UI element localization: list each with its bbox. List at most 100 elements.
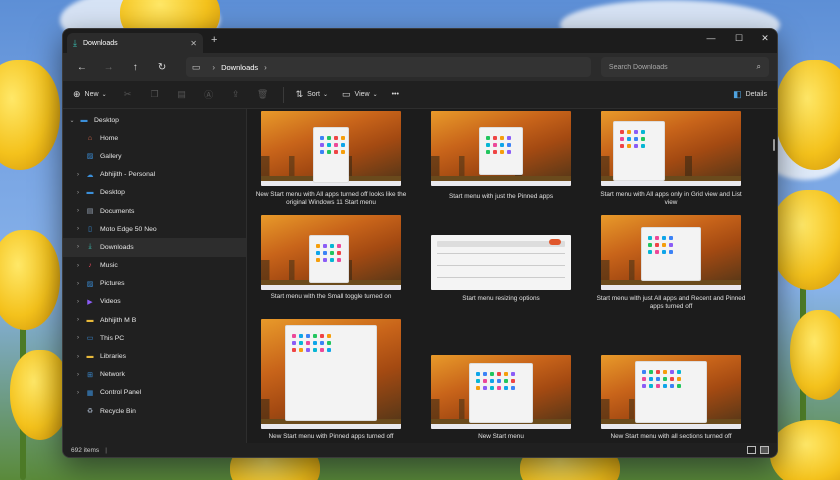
sort-label: Sort	[307, 91, 320, 98]
file-name: New Start menu with All apps turned off …	[255, 191, 407, 206]
sidebar-item-downloads[interactable]: › ⤓ Downloads	[63, 238, 246, 257]
sidebar-item-videos[interactable]: › ▶ Videos	[63, 293, 246, 311]
new-button[interactable]: ⊕ New ⌄	[73, 89, 107, 100]
gallery-icon: ▨	[86, 153, 94, 161]
sidebar-item-moto-edge-50-neo[interactable]: › ▯ Moto Edge 50 Neo	[63, 220, 246, 238]
chevron-right-icon[interactable]: ›	[71, 208, 85, 214]
vertical-scrollbar[interactable]	[773, 139, 775, 151]
sidebar-item-desktop[interactable]: › ▬ Desktop	[63, 184, 246, 202]
large-icons-view-icon[interactable]	[760, 446, 769, 454]
sidebar-item-label: Home	[100, 134, 119, 142]
file-name: New Start menu with Pinned apps turned o…	[268, 433, 394, 440]
tab-downloads[interactable]: ⤓ Downloads ✕	[67, 33, 203, 53]
rename-icon[interactable]: Ⓐ	[202, 88, 216, 101]
sidebar-item-label: Documents	[100, 207, 135, 215]
chevron-right-icon[interactable]: ›	[71, 390, 85, 396]
file-name: New Start menu	[478, 433, 524, 440]
cut-icon[interactable]: ✂	[121, 89, 135, 100]
file-thumbnail	[261, 111, 401, 186]
file-thumbnail	[601, 355, 741, 429]
refresh-button[interactable]: ↻	[151, 62, 173, 73]
sidebar-item-label: This PC	[100, 334, 125, 342]
tab-close-icon[interactable]: ✕	[190, 39, 197, 48]
sidebar-item-label: Recycle Bin	[100, 407, 136, 415]
file-name: Start menu resizing options	[462, 295, 540, 302]
new-tab-button[interactable]: +	[211, 34, 217, 46]
search-icon[interactable]: ⌕	[757, 62, 761, 72]
delete-icon[interactable]: 🗑	[256, 89, 270, 100]
file-thumbnail	[431, 355, 571, 429]
chevron-right-icon[interactable]: ›	[71, 244, 85, 250]
sidebar-item-desktop[interactable]: ⌄ ▬ Desktop	[63, 111, 246, 129]
sidebar-item-network[interactable]: › ⊞ Network	[63, 366, 246, 384]
item-count: 692 items	[71, 446, 100, 454]
sidebar-item-recycle-bin[interactable]: ♻ Recycle Bin	[63, 402, 246, 420]
back-button[interactable]: ←	[71, 62, 93, 73]
explorer-body: ⌄ ▬ Desktop ⌂ Home ▨ Gallery › ☁ Abhijith - Perso…	[63, 109, 777, 443]
share-icon[interactable]: ⇪	[229, 89, 243, 100]
videos-icon: ▶	[87, 298, 93, 306]
sidebar-item-label: Network	[100, 371, 125, 379]
chevron-right-icon[interactable]: ›	[71, 190, 85, 196]
sidebar-item-abhijith-m-b[interactable]: › ▬ Abhijith M B	[63, 311, 246, 329]
sort-button[interactable]: ⇅ Sort ⌄	[296, 89, 328, 100]
folder-icon: ▬	[86, 353, 94, 361]
sidebar-item-label: Pictures	[100, 280, 125, 288]
cloud-icon: ☁	[86, 171, 94, 179]
chevron-right-icon[interactable]: ›	[71, 172, 85, 178]
desktop-icon: ▬	[86, 189, 94, 197]
details-view-icon[interactable]	[747, 446, 756, 454]
sidebar-item-libraries[interactable]: › ▬ Libraries	[63, 347, 246, 365]
sidebar-item-home[interactable]: ⌂ Home	[63, 129, 246, 147]
chevron-right-icon[interactable]: ›	[71, 281, 85, 287]
details-label: Details	[745, 91, 767, 98]
more-icon: •••	[391, 91, 399, 98]
minimize-button[interactable]: —	[703, 33, 719, 43]
sort-icon: ⇅	[295, 89, 304, 99]
status-separator: |	[105, 446, 107, 454]
forward-button[interactable]: →	[98, 62, 120, 73]
home-icon: ⌂	[87, 134, 93, 142]
view-label: View	[354, 91, 370, 98]
address-bar[interactable]: ▭ › Downloads ›	[185, 57, 591, 77]
sidebar-item-documents[interactable]: › ▤ Documents	[63, 202, 246, 220]
file-thumbnail	[431, 111, 571, 186]
sidebar-item-gallery[interactable]: ▨ Gallery	[63, 147, 246, 165]
chevron-right-icon[interactable]: ›	[71, 299, 85, 305]
more-options-button[interactable]: •••	[392, 91, 399, 98]
paste-icon[interactable]: ▤	[175, 89, 189, 100]
download-icon: ⤓	[88, 243, 92, 251]
chevron-right-icon[interactable]: ›	[71, 226, 85, 232]
chevron-right-icon[interactable]: ›	[264, 63, 267, 72]
sidebar-item-label: Abhijith - Personal	[100, 171, 156, 179]
up-button[interactable]: ↑	[124, 62, 146, 73]
maximize-button[interactable]: ☐	[731, 33, 747, 44]
toolbar-divider	[282, 86, 284, 103]
search-box[interactable]: ⌕	[600, 57, 769, 77]
sidebar-item-label: Gallery	[100, 152, 122, 160]
sidebar-item-label: Desktop	[94, 116, 119, 124]
search-input[interactable]	[608, 63, 749, 71]
details-button[interactable]: ◧ Details	[733, 89, 767, 100]
chevron-right-icon[interactable]: ›	[71, 263, 85, 269]
file-thumbnail	[261, 319, 401, 429]
chevron-right-icon[interactable]: ›	[71, 335, 85, 341]
copy-icon[interactable]: ❐	[148, 89, 162, 100]
breadcrumb-downloads[interactable]: Downloads	[221, 63, 258, 72]
chevron-right-icon[interactable]: ›	[71, 317, 85, 323]
view-button[interactable]: ▭ View ⌄	[342, 89, 378, 100]
sidebar-item-pictures[interactable]: › ▨ Pictures	[63, 275, 246, 293]
file-name: Start menu with All apps only in Grid vi…	[600, 191, 742, 206]
file-name: Start menu with just the Pinned apps	[448, 193, 554, 200]
chevron-down-icon: ⌄	[101, 92, 107, 98]
sidebar-item-music[interactable]: › ♪ Music	[63, 257, 246, 275]
sidebar-item-abhijith-personal[interactable]: › ☁ Abhijith - Personal	[63, 166, 246, 184]
sidebar-item-control-panel[interactable]: › ▦ Control Panel	[63, 384, 246, 402]
sidebar-item-label: Control Panel	[100, 389, 142, 397]
folder-icon: ▬	[86, 316, 94, 324]
chevron-right-icon[interactable]: ›	[71, 372, 85, 378]
chevron-down-icon[interactable]: ⌄	[65, 117, 79, 124]
close-window-button[interactable]: ✕	[757, 33, 773, 44]
chevron-right-icon[interactable]: ›	[71, 354, 85, 360]
sidebar-item-this-pc[interactable]: › ▭ This PC	[63, 329, 246, 347]
